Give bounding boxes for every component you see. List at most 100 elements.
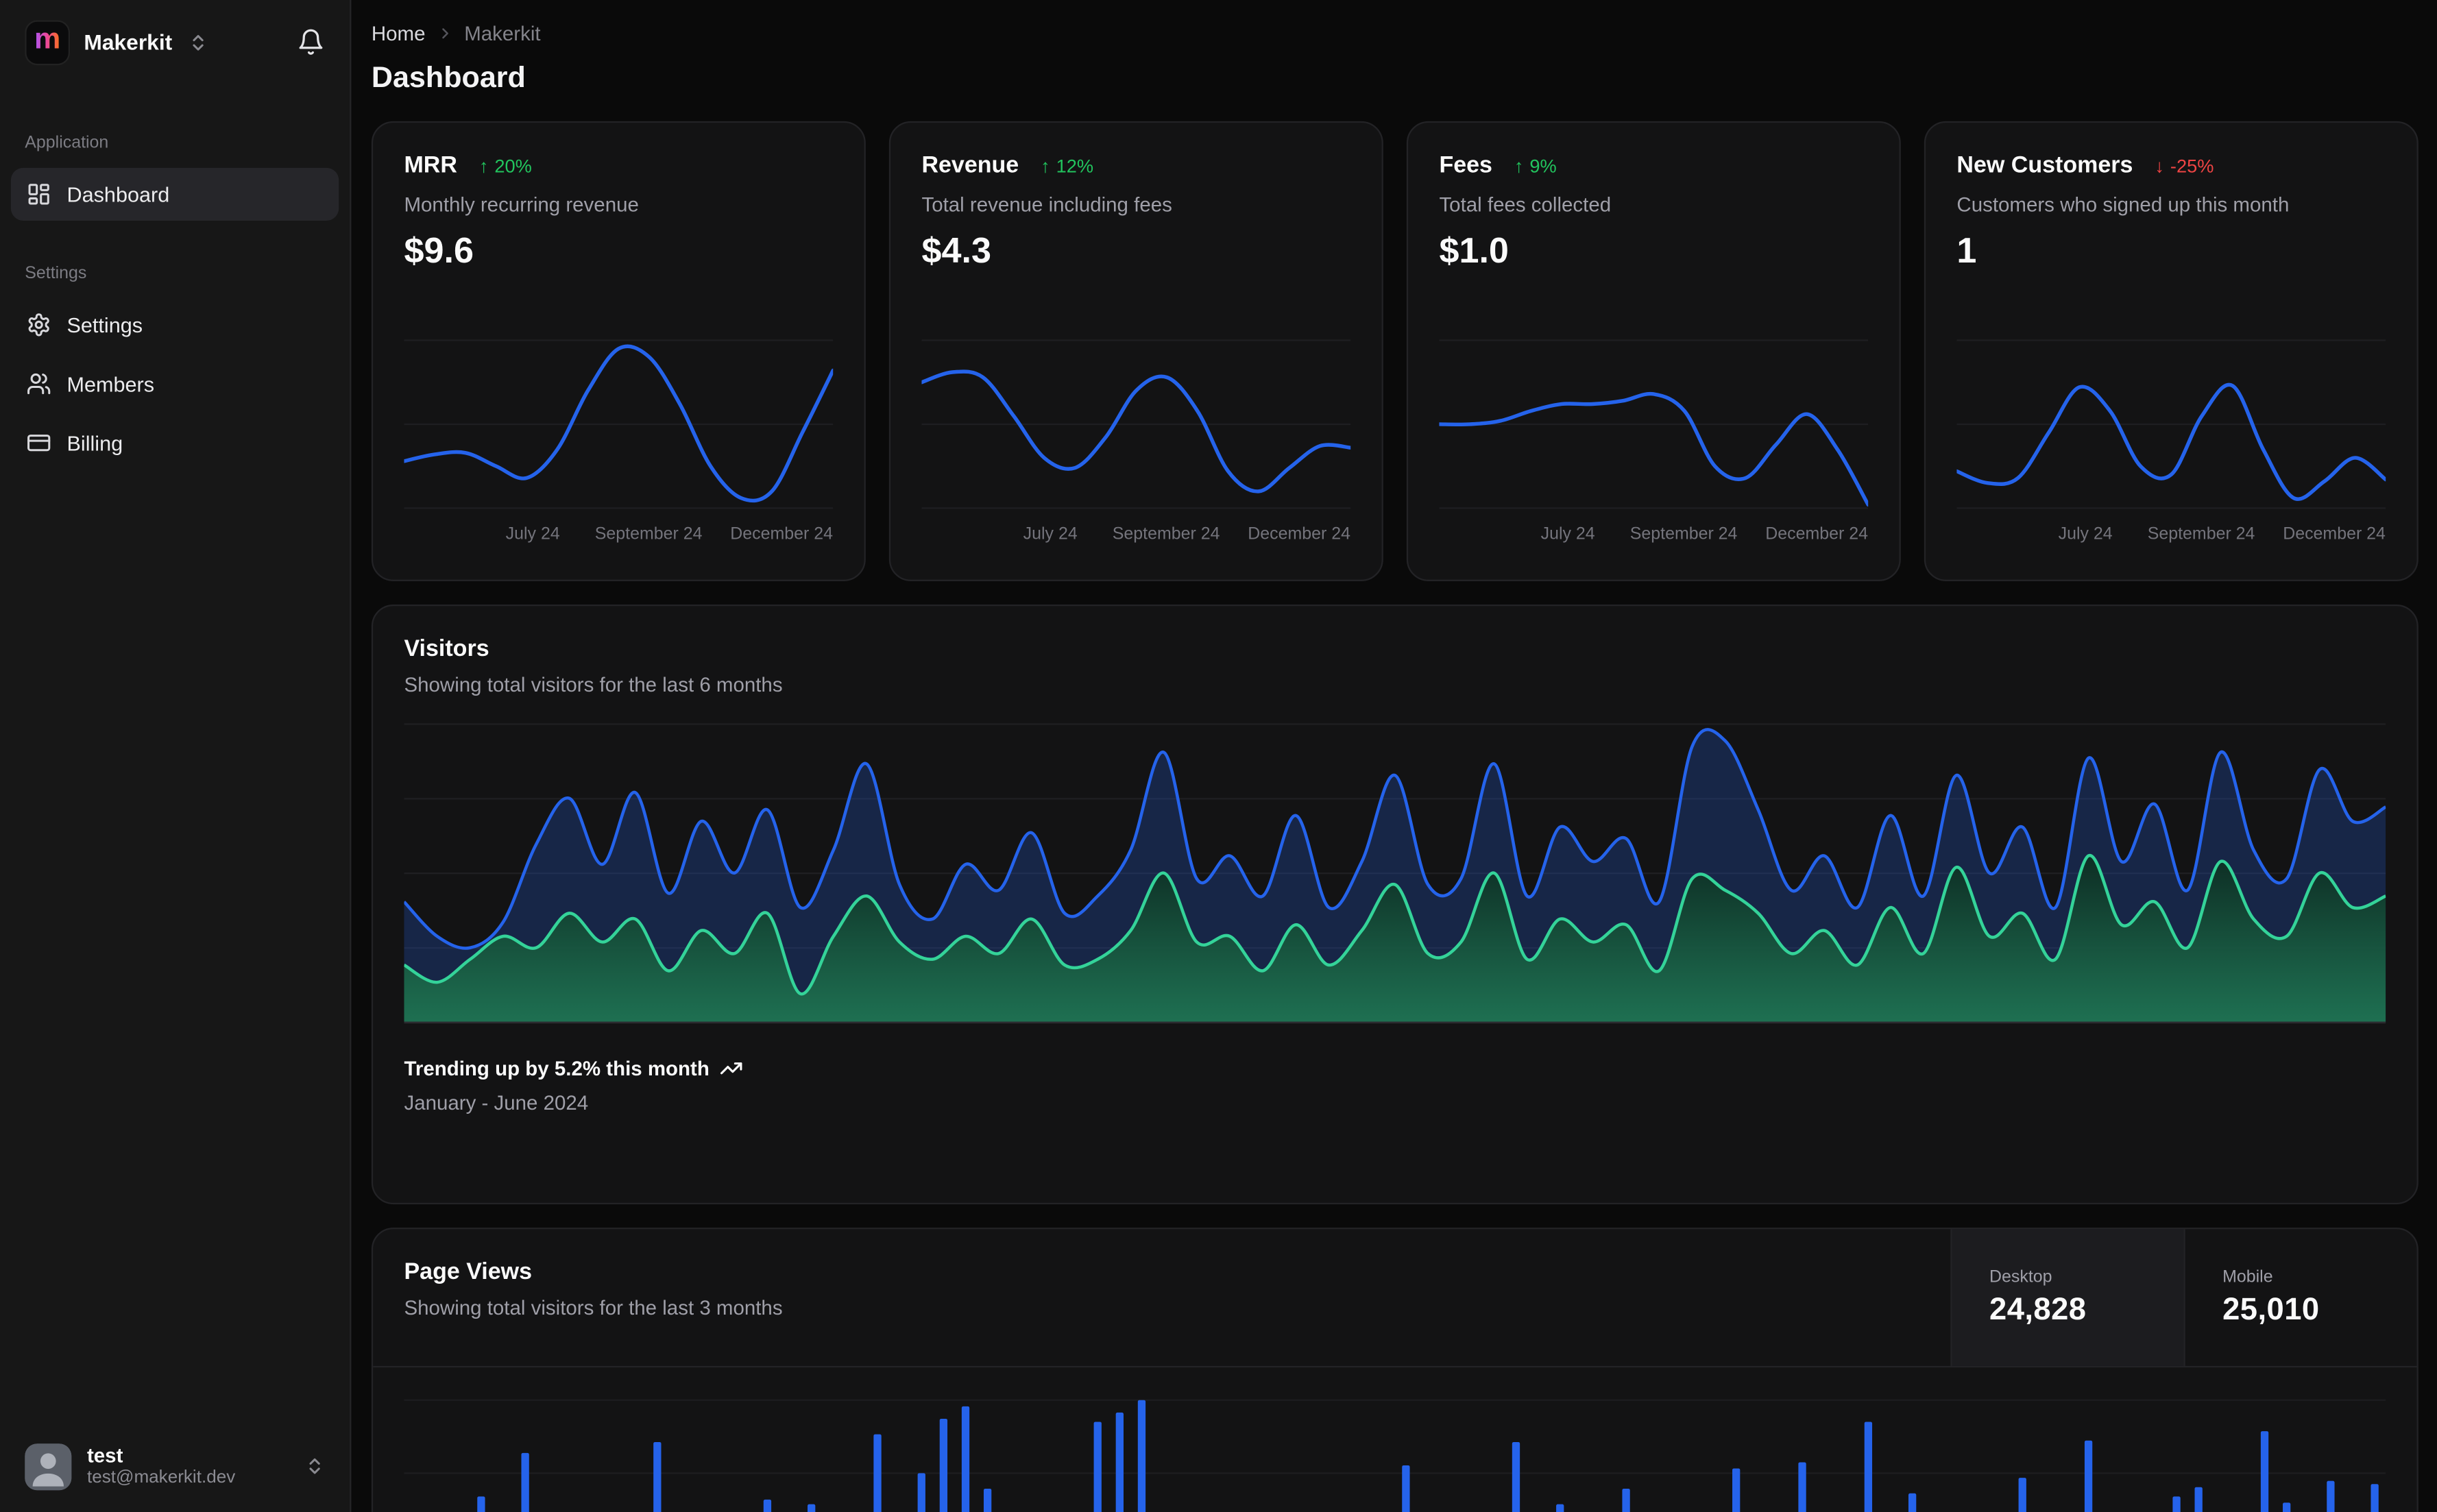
sidebar-item-label: Settings <box>66 313 143 337</box>
page-title: Dashboard <box>371 62 526 95</box>
stat-card-header: MRR ↑ 20% <box>404 152 833 179</box>
segment-mobile[interactable]: Mobile 25,010 <box>2183 1229 2416 1366</box>
sidebar-item-billing[interactable]: Billing <box>11 417 339 470</box>
trend-badge: ↑ 12% <box>1041 155 1093 177</box>
stat-card-header: Revenue ↑ 12% <box>921 152 1350 179</box>
revenue-sparkline-chart <box>921 339 1351 509</box>
stat-title: Revenue <box>921 152 1019 179</box>
x-tick: September 24 <box>1112 525 1220 544</box>
users-icon <box>27 371 51 396</box>
chevrons-up-down-icon[interactable] <box>188 32 208 51</box>
page-views-titles: Page Views Showing total visitors for th… <box>373 1229 1950 1366</box>
gear-icon <box>27 313 51 337</box>
user-menu[interactable]: test test@makerkit.dev <box>25 1443 325 1490</box>
stat-card-header: New Customers ↓ -25% <box>1956 152 2386 179</box>
page-views-chart-block <box>404 1388 2386 1512</box>
section-label-settings: Settings <box>25 264 87 283</box>
section-label-application: Application <box>25 133 109 153</box>
trend-down-arrow-icon: ↓ <box>2155 154 2164 177</box>
sidebar-item-label: Billing <box>66 431 123 455</box>
stat-title: New Customers <box>1956 152 2133 179</box>
trend-badge: ↑ 20% <box>479 155 532 177</box>
x-tick: July 24 <box>1540 525 1595 544</box>
stat-description: Customers who signed up this month <box>1956 193 2290 217</box>
stat-description: Total revenue including fees <box>921 193 1172 217</box>
sidebar-item-label: Members <box>66 371 155 396</box>
segment-label: Mobile <box>2222 1267 2273 1287</box>
dashboard-grid-icon <box>27 182 51 206</box>
trend-value: -25% <box>2170 154 2214 177</box>
trend-value: 9% <box>1529 154 1557 177</box>
trend-badge: ↓ -25% <box>2155 155 2214 177</box>
stat-card-mrr: MRR ↑ 20% Monthly recurring revenue $9.6… <box>371 121 866 581</box>
sidebar-item-dashboard[interactable]: Dashboard <box>10 167 339 221</box>
breadcrumb-current: Makerkit <box>464 21 541 45</box>
visitors-area-chart <box>404 723 2386 1024</box>
breadcrumb: Home Makerkit <box>372 22 2418 45</box>
stat-cards-row: MRR ↑ 20% Monthly recurring revenue $9.6… <box>371 121 2418 581</box>
x-tick: September 24 <box>2147 525 2255 544</box>
x-axis-labels: July 24 September 24 December 24 <box>1439 525 1868 550</box>
breadcrumb-home-link[interactable]: Home <box>372 22 426 45</box>
sparkline-block: July 24 September 24 December 24 <box>1439 334 1869 550</box>
x-tick: December 24 <box>1248 525 1350 544</box>
stat-value: $4.3 <box>921 230 991 271</box>
visitors-trend-text: Trending up by 5.2% this month <box>404 1056 710 1080</box>
visitors-period: January - June 2024 <box>404 1090 589 1114</box>
page-views-title: Page Views <box>404 1258 533 1285</box>
mrr-sparkline-chart <box>404 339 834 509</box>
x-tick: September 24 <box>594 525 703 544</box>
workspace-row: m Makerkit <box>25 19 325 65</box>
stat-value: 1 <box>1956 230 1977 271</box>
chevron-right-icon <box>436 25 453 42</box>
visitors-chart-block <box>404 718 2386 1028</box>
stat-card-fees: Fees ↑ 9% Total fees collected $1.0 July… <box>1406 121 1901 581</box>
trend-up-arrow-icon: ↑ <box>1514 154 1524 177</box>
segment-desktop[interactable]: Desktop 24,828 <box>1950 1229 2184 1366</box>
trending-up-icon <box>720 1057 744 1080</box>
sidebar-item-settings[interactable]: Settings <box>11 298 339 351</box>
settings-nav: Settings Members Billing <box>25 298 325 469</box>
x-tick: September 24 <box>1629 525 1738 544</box>
sidebar-item-members[interactable]: Members <box>11 357 339 410</box>
logo-letter: m <box>34 25 60 59</box>
user-meta: test test@makerkit.dev <box>87 1443 235 1490</box>
x-tick: July 24 <box>1023 525 1078 544</box>
workspace-name[interactable]: Makerkit <box>84 29 172 54</box>
new-customers-sparkline-chart <box>1956 339 2386 509</box>
stat-value: $1.0 <box>1439 230 1509 271</box>
stat-value: $9.6 <box>404 230 474 271</box>
stat-card-revenue: Revenue ↑ 12% Total revenue including fe… <box>888 121 1383 581</box>
stat-title: Fees <box>1439 152 1492 179</box>
visitors-card: Visitors Showing total visitors for the … <box>371 604 2418 1205</box>
chevrons-up-down-icon <box>304 1456 324 1476</box>
sidebar: m Makerkit Application Dashboard Setting… <box>0 0 352 1512</box>
x-tick: December 24 <box>2283 525 2386 544</box>
bell-icon[interactable] <box>297 28 325 56</box>
stat-card-header: Fees ↑ 9% <box>1439 152 1868 179</box>
trend-value: 12% <box>1056 154 1094 177</box>
sparkline-block: July 24 September 24 December 24 <box>921 334 1351 550</box>
visitors-title: Visitors <box>404 635 489 662</box>
trend-up-arrow-icon: ↑ <box>478 154 489 177</box>
app-window: m Makerkit Application Dashboard Setting… <box>0 0 2437 1512</box>
sparkline-block: July 24 September 24 December 24 <box>404 334 834 550</box>
user-name: test <box>86 1443 123 1467</box>
avatar <box>25 1443 72 1490</box>
trend-value: 20% <box>494 154 532 177</box>
credit-card-icon <box>27 430 51 455</box>
x-axis-labels: July 24 September 24 December 24 <box>404 525 833 550</box>
fees-sparkline-chart <box>1439 339 1869 509</box>
x-tick: December 24 <box>730 525 833 544</box>
stat-description: Monthly recurring revenue <box>404 193 639 217</box>
trend-up-arrow-icon: ↑ <box>1040 154 1050 177</box>
makerkit-logo: m <box>25 19 71 65</box>
visitors-subtitle: Showing total visitors for the last 6 mo… <box>404 672 783 696</box>
page-views-header: Page Views Showing total visitors for th… <box>373 1229 2417 1368</box>
stat-title: MRR <box>404 152 457 179</box>
sparkline-block: July 24 September 24 December 24 <box>1956 334 2386 550</box>
segment-value: 24,828 <box>1989 1292 2087 1327</box>
x-axis-labels: July 24 September 24 December 24 <box>1956 525 2386 550</box>
segment-label: Desktop <box>1989 1267 2052 1287</box>
sidebar-item-label: Dashboard <box>66 182 170 206</box>
